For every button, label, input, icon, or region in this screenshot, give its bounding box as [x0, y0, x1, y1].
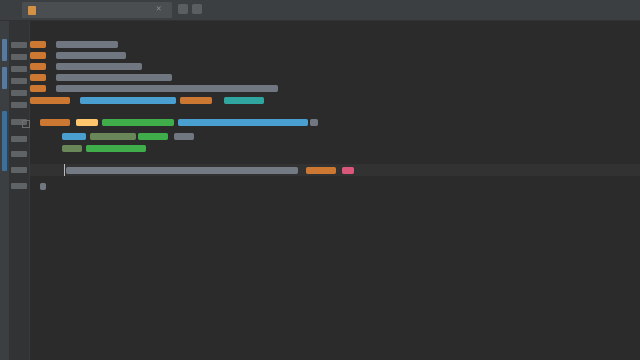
close-icon[interactable]: ✕ — [156, 4, 161, 14]
line-number — [11, 90, 27, 96]
line-number — [11, 167, 27, 173]
line-number — [11, 136, 27, 142]
line-number — [11, 78, 27, 84]
line-number — [11, 183, 27, 189]
line-number — [11, 54, 27, 60]
code-area[interactable] — [30, 21, 640, 360]
line-number — [11, 66, 27, 72]
project-tool-button[interactable] — [2, 39, 7, 61]
file-icon — [28, 6, 36, 15]
split-editor-icon[interactable] — [178, 4, 188, 14]
editor-tab-label — [42, 5, 47, 15]
line-number — [11, 42, 27, 48]
structure-tool-button[interactable] — [2, 67, 7, 89]
settings-icon[interactable] — [192, 4, 202, 14]
text-caret — [64, 164, 65, 176]
line-number — [11, 151, 27, 157]
left-tool-strip — [0, 21, 9, 360]
editor-tab[interactable]: ✕ — [22, 2, 172, 18]
line-number-gutter — [9, 21, 30, 360]
line-number — [11, 102, 27, 108]
fold-icon[interactable] — [22, 120, 30, 128]
favorites-tool-button[interactable] — [2, 111, 7, 171]
code-editor-window: ✕ — [0, 0, 640, 360]
editor-tab-bar: ✕ — [0, 0, 640, 21]
